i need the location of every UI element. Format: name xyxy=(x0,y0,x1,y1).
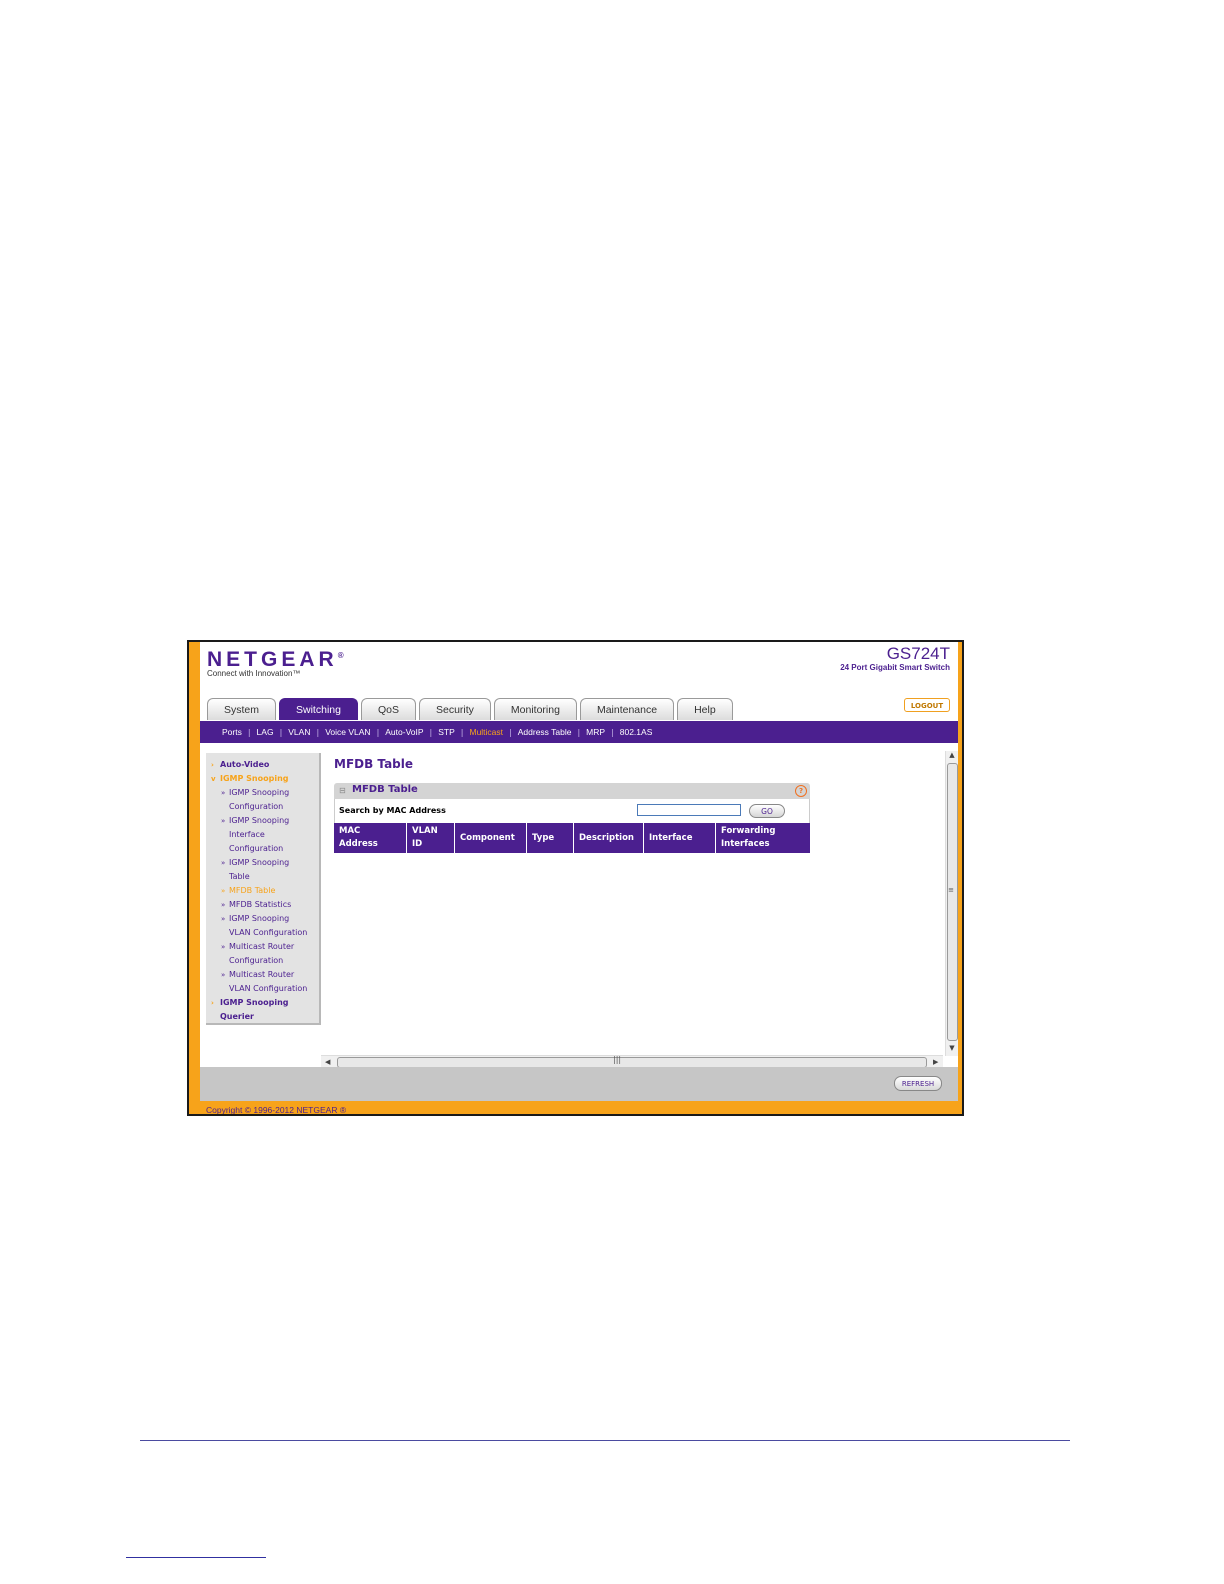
model-name: GS724T xyxy=(886,644,950,663)
subnav-separator: | xyxy=(376,727,380,737)
subnav-separator: | xyxy=(460,727,464,737)
grip-icon: ||| xyxy=(613,1055,622,1064)
subnav-separator: | xyxy=(279,727,283,737)
vertical-scrollbar[interactable]: ▲ ≡ ▼ xyxy=(945,751,958,1056)
scroll-up-icon[interactable]: ▲ xyxy=(946,751,958,759)
subnav-multicast[interactable]: Multicast xyxy=(469,727,503,737)
mac-address-search-input[interactable] xyxy=(637,804,741,816)
refresh-button[interactable]: REFRESH xyxy=(894,1076,942,1091)
bullet-icon: » xyxy=(221,915,226,923)
table-header-row: MAC Address VLAN ID Component Type Descrip… xyxy=(334,823,810,853)
column-header-mac-address[interactable]: MAC Address xyxy=(334,823,407,853)
sidebar-item-label-continued[interactable]: Querier xyxy=(220,1010,332,1024)
column-header-description[interactable]: Description xyxy=(574,823,644,853)
sidebar-item-igmp-snooping[interactable]: v IGMP Snooping xyxy=(211,772,332,786)
scroll-down-icon[interactable]: ▼ xyxy=(946,1044,958,1052)
subnav-vlan[interactable]: VLAN xyxy=(288,727,310,737)
bullet-icon: » xyxy=(221,817,226,825)
logout-button[interactable]: LOGOUT xyxy=(904,698,950,712)
model-description: 24 Port Gigabit Smart Switch xyxy=(840,663,950,672)
sidebar-item-label-continued[interactable]: Table xyxy=(229,870,341,884)
footer-bar: REFRESH xyxy=(200,1067,958,1101)
page-title: MFDB Table xyxy=(334,757,414,771)
sidebar-item-label-continued[interactable]: Configuration xyxy=(229,842,341,856)
tab-qos[interactable]: QoS xyxy=(360,698,416,720)
help-icon[interactable]: ? xyxy=(795,785,807,797)
sidebar-item-label-continued[interactable]: Interface xyxy=(229,828,341,842)
bullet-icon: » xyxy=(221,901,226,909)
tab-maintenance[interactable]: Maintenance xyxy=(579,698,675,720)
grip-icon: ≡ xyxy=(948,886,954,894)
sidebar-item-label-continued[interactable]: Configuration xyxy=(229,954,341,968)
bullet-icon: » xyxy=(221,943,226,951)
sub-navigation: Ports | LAG | VLAN | Voice VLAN | Auto-VoIP |… xyxy=(200,721,958,743)
sidebar-item-igmp-snooping-querier[interactable]: › IGMP Snooping xyxy=(211,996,332,1010)
tab-system[interactable]: System xyxy=(207,698,277,720)
sidebar-item-auto-video[interactable]: › Auto-Video xyxy=(211,758,332,772)
subnav-ports[interactable]: Ports xyxy=(222,727,242,737)
subnav-address-table[interactable]: Address Table xyxy=(518,727,572,737)
sidebar-item-igmp-snooping-vlan-configuration[interactable]: » IGMP Snooping xyxy=(221,912,341,926)
bullet-icon: » xyxy=(221,789,226,797)
sidebar-item-multicast-router-configuration[interactable]: » Multicast Router xyxy=(221,940,341,954)
go-button[interactable]: GO xyxy=(749,804,785,818)
subnav-voice-vlan[interactable]: Voice VLAN xyxy=(325,727,370,737)
subnav-auto-voip[interactable]: Auto-VoIP xyxy=(385,727,423,737)
logo-tagline: Connect with Innovation™ xyxy=(207,669,301,678)
mfdb-table-panel: ⊟ MFDB Table ? Search by MAC Address GO … xyxy=(334,783,810,857)
search-label: Search by MAC Address xyxy=(339,806,446,815)
sidebar-item-igmp-snooping-interface-configuration[interactable]: » IGMP Snooping xyxy=(221,814,341,828)
arrow-right-icon: › xyxy=(211,999,214,1007)
page-divider xyxy=(140,1440,1070,1441)
subnav-separator: | xyxy=(316,727,320,737)
tab-switching[interactable]: Switching xyxy=(279,698,358,720)
left-navigation: › Auto-Video v IGMP Snooping » IGMP Snoopin… xyxy=(206,753,321,1025)
subnav-lag[interactable]: LAG xyxy=(257,727,274,737)
sidebar-item-mfdb-table[interactable]: » MFDB Table xyxy=(221,884,341,898)
subnav-separator: | xyxy=(509,727,512,737)
sidebar-item-multicast-router-vlan-configuration[interactable]: » Multicast Router xyxy=(221,968,341,982)
content-area: › Auto-Video v IGMP Snooping » IGMP Snoopin… xyxy=(200,743,958,1068)
arrow-right-icon: › xyxy=(211,761,214,769)
vertical-scroll-thumb[interactable] xyxy=(947,763,958,1041)
subnav-stp[interactable]: STP xyxy=(438,727,455,737)
bullet-icon: » xyxy=(221,859,226,867)
subnav-separator: | xyxy=(611,727,614,737)
collapse-icon[interactable]: ⊟ xyxy=(339,786,346,795)
panel-title: MFDB Table xyxy=(352,784,418,795)
panel-header: ⊟ MFDB Table ? xyxy=(334,783,810,799)
main-tabs: System Switching QoS Security Monitoring… xyxy=(207,698,733,720)
browser-screenshot-frame: NETGEAR® Connect with Innovation™ GS724T… xyxy=(187,640,964,1116)
subnav-mrp[interactable]: MRP xyxy=(586,727,605,737)
sidebar-item-label-continued[interactable]: VLAN Configuration xyxy=(229,982,341,996)
subnav-separator: | xyxy=(577,727,581,737)
tab-monitoring[interactable]: Monitoring xyxy=(493,698,577,720)
footer-divider xyxy=(126,1557,266,1558)
column-header-vlan-id[interactable]: VLAN ID xyxy=(407,823,455,853)
subnav-separator: | xyxy=(429,727,433,737)
subnav-separator: | xyxy=(247,727,251,737)
sidebar-item-label-continued[interactable]: Configuration xyxy=(229,800,341,814)
column-header-forwarding-interfaces[interactable]: Forwarding Interfaces xyxy=(716,823,810,853)
copyright-text: Copyright © 1996-2012 NETGEAR ® xyxy=(206,1105,347,1115)
sidebar-item-igmp-snooping-table[interactable]: » IGMP Snooping xyxy=(221,856,341,870)
sidebar-item-igmp-snooping-configuration[interactable]: » IGMP Snooping xyxy=(221,786,341,800)
bullet-icon: » xyxy=(221,887,226,895)
app-header: NETGEAR® Connect with Innovation™ GS724T… xyxy=(200,642,958,721)
bullet-icon: » xyxy=(221,971,226,979)
tab-security[interactable]: Security xyxy=(418,698,491,720)
column-header-interface[interactable]: Interface xyxy=(644,823,716,853)
column-header-type[interactable]: Type xyxy=(527,823,574,853)
subnav-8021as[interactable]: 802.1AS xyxy=(620,727,653,737)
sidebar-item-mfdb-statistics[interactable]: » MFDB Statistics xyxy=(221,898,341,912)
chevron-down-icon: v xyxy=(211,775,216,783)
column-header-component[interactable]: Component xyxy=(455,823,527,853)
tab-help[interactable]: Help xyxy=(677,698,733,720)
search-row: Search by MAC Address GO xyxy=(334,799,810,823)
sidebar-item-label-continued[interactable]: VLAN Configuration xyxy=(229,926,341,940)
